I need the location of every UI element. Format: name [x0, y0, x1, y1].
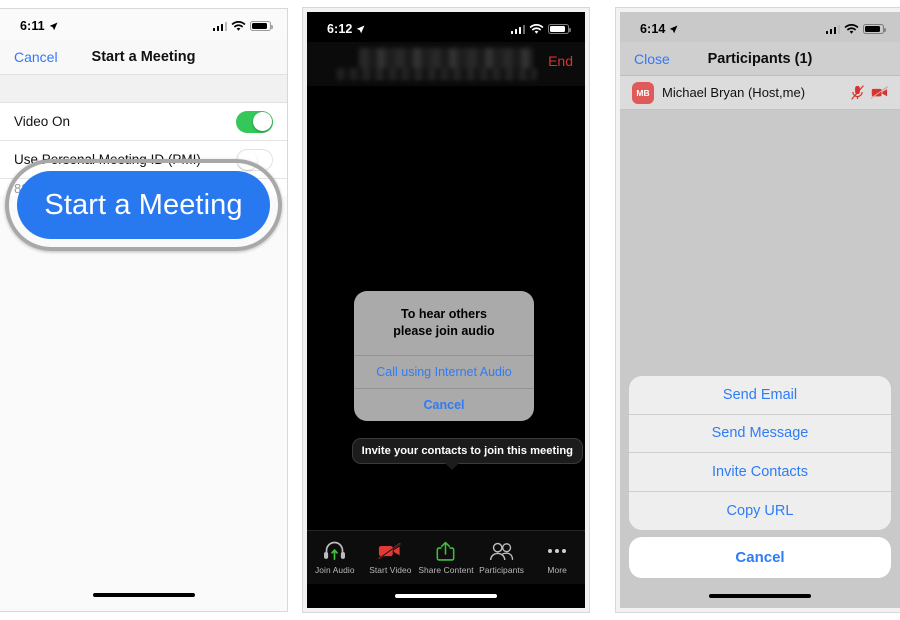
cellular-bars-icon [825, 24, 840, 34]
toggle-knob [252, 112, 272, 131]
meeting-video-area: To hear others please join audio Call us… [307, 86, 585, 530]
status-bar-time-group: 6:12 [327, 22, 365, 36]
status-bar-indicators [825, 23, 886, 35]
participant-name: Michael Bryan (Host,me) [662, 85, 806, 100]
battery-icon [863, 23, 886, 35]
status-bar: 6:11 [0, 9, 287, 39]
navigation-bar: Cancel Start a Meeting [0, 39, 287, 75]
join-audio-alert: To hear others please join audio Call us… [354, 291, 534, 421]
toolbar-label-join-audio: Join Audio [314, 565, 355, 575]
location-arrow-icon [670, 25, 678, 33]
participants-icon [489, 540, 514, 562]
action-sheet-cancel-button[interactable]: Cancel [629, 537, 891, 578]
status-bar-time-group: 6:14 [640, 22, 678, 36]
wifi-icon [529, 23, 544, 34]
dimmed-backdrop[interactable] [620, 110, 900, 376]
alert-message: To hear others please join audio [354, 291, 534, 355]
start-a-meeting-button[interactable]: Start a Meeting [17, 171, 270, 239]
send-email-button[interactable]: Send Email [629, 376, 891, 415]
alert-cancel-button[interactable]: Cancel [354, 387, 534, 421]
toolbar-item-share-content[interactable]: Share Content [418, 531, 474, 584]
action-sheet-options: Send Email Send Message Invite Contacts … [629, 376, 891, 530]
status-time: 6:12 [327, 22, 353, 36]
call-using-internet-audio-button[interactable]: Call using Internet Audio [354, 354, 534, 388]
toolbar-item-start-video[interactable]: Start Video [363, 531, 419, 584]
invite-tooltip: Invite your contacts to join this meetin… [351, 438, 583, 470]
video-muted-icon[interactable] [871, 86, 888, 99]
status-bar-indicators [212, 20, 273, 32]
cancel-button[interactable]: Cancel [14, 49, 58, 65]
end-meeting-button[interactable]: End [548, 53, 573, 69]
wifi-icon [844, 23, 859, 34]
invite-action-sheet: Send Email Send Message Invite Contacts … [620, 376, 900, 584]
video-on-toggle[interactable] [236, 110, 273, 133]
location-arrow-icon [357, 25, 365, 33]
section-gap [0, 75, 287, 103]
meeting-header: End [307, 42, 585, 86]
participant-row[interactable]: MB Michael Bryan (Host,me) [620, 76, 900, 110]
headset-icon [323, 540, 346, 562]
meeting-subtitle-redacted [337, 68, 537, 80]
toolbar-item-participants[interactable]: Participants [474, 531, 530, 584]
copy-url-button[interactable]: Copy URL [629, 492, 891, 531]
participant-status-icons [851, 85, 888, 100]
battery-icon [548, 23, 571, 35]
avatar: MB [632, 81, 654, 104]
meeting-toolbar: Join Audio Start Video Share Content Par… [307, 530, 585, 584]
cellular-bars-icon [212, 21, 227, 31]
alert-message-line2: please join audio [393, 324, 495, 339]
send-message-button[interactable]: Send Message [629, 415, 891, 453]
status-bar: 6:12 [307, 12, 585, 42]
phone-panel-start-meeting: 6:11 Cancel Start a Meeting Video On Use… [0, 8, 288, 612]
phone-panel-participants: 6:14 Close Participants (1) MB Michael B… [615, 7, 900, 613]
screen-in-meeting: 6:12 End To hear others please join audi… [307, 12, 585, 608]
navigation-bar: Close Participants (1) [620, 42, 900, 76]
row-video-on[interactable]: Video On [0, 103, 287, 141]
mic-muted-icon[interactable] [851, 85, 864, 100]
more-dots-icon [548, 540, 567, 562]
close-button[interactable]: Close [634, 51, 670, 67]
alert-message-line1: To hear others [401, 307, 487, 321]
toolbar-label-start-video: Start Video [369, 565, 412, 575]
row-video-on-label: Video On [14, 114, 71, 129]
screenshot-stage: 6:11 Cancel Start a Meeting Video On Use… [0, 0, 900, 620]
status-bar: 6:14 [620, 12, 900, 42]
toolbar-label-more: More [547, 565, 567, 575]
location-arrow-icon [49, 22, 58, 30]
toolbar-label-participants: Participants [479, 565, 525, 575]
home-indicator [0, 583, 287, 607]
cellular-bars-icon [510, 24, 525, 34]
home-indicator [307, 584, 585, 608]
share-up-arrow-icon [436, 540, 455, 562]
toolbar-label-share-content: Share Content [418, 565, 474, 575]
screen-participants: 6:14 Close Participants (1) MB Michael B… [620, 12, 900, 608]
home-indicator [620, 584, 900, 608]
toolbar-item-join-audio[interactable]: Join Audio [307, 531, 363, 584]
video-off-icon [378, 540, 402, 562]
status-bar-time-group: 6:11 [20, 19, 58, 33]
screen-start-meeting: 6:11 Cancel Start a Meeting Video On Use… [0, 9, 287, 611]
wifi-icon [231, 20, 246, 31]
toolbar-item-more[interactable]: More [529, 531, 585, 584]
battery-icon [250, 20, 273, 32]
status-bar-indicators [510, 23, 571, 35]
status-time: 6:14 [640, 22, 666, 36]
phone-panel-in-meeting: 6:12 End To hear others please join audi… [302, 7, 590, 613]
start-meeting-callout-ring: Start a Meeting [5, 159, 282, 251]
invite-contacts-button[interactable]: Invite Contacts [629, 453, 891, 492]
status-time: 6:11 [20, 19, 45, 33]
